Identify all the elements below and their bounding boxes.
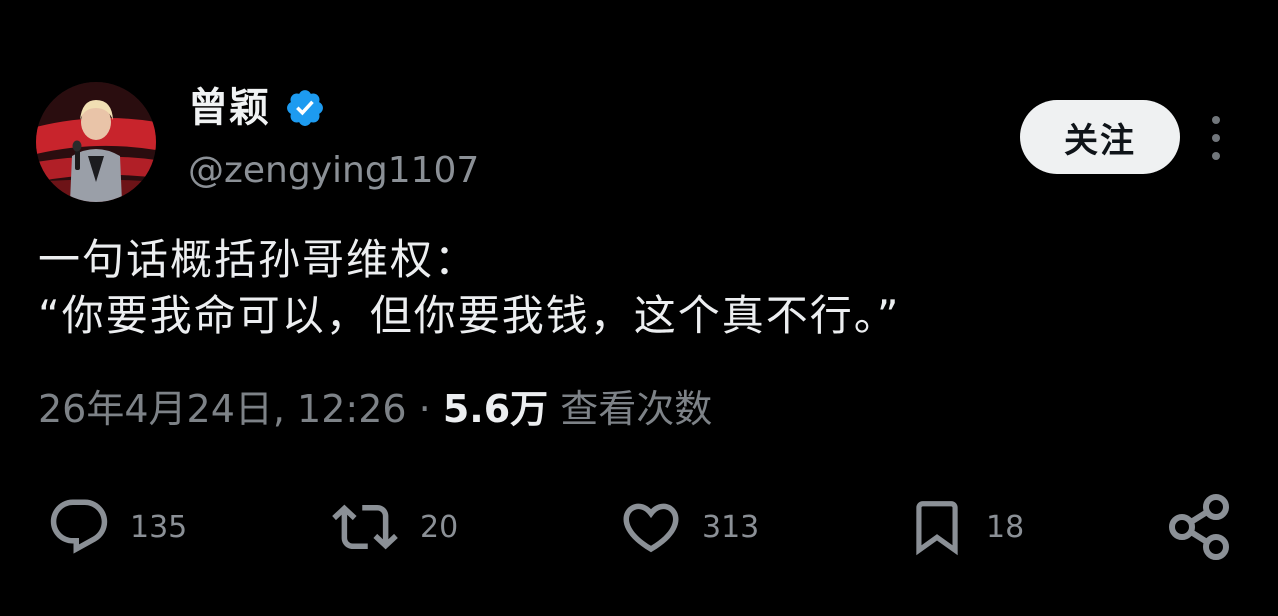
follow-button[interactable]: 关注 [1020,100,1180,174]
reply-count: 135 [130,509,188,545]
retweet-count: 20 [420,509,459,545]
share-icon [1169,494,1229,560]
tweet-text: 一句话概括孙哥维权： “你要我命可以，但你要我钱，这个真不行。” [38,232,901,344]
tweet-line: 一句话概括孙哥维权： [38,235,479,284]
separator: · [418,387,431,431]
views-label: 查看次数 [560,387,713,431]
tweet-line: “你要我命可以，但你要我钱，这个真不行。” [38,291,901,340]
more-vertical-icon[interactable] [1204,112,1228,164]
bookmark-button[interactable]: 18 [906,492,1024,562]
profile-photo [36,82,156,202]
retweet-button[interactable]: 20 [328,492,458,562]
views-count: 5.6万 [442,387,549,431]
heart-icon [623,503,679,553]
bookmark-count: 18 [986,509,1025,545]
tweet-meta: 26年4月24日, 12:26 · 5.6万 查看次数 [38,384,712,434]
retweet-icon [332,504,398,550]
like-count: 313 [702,509,760,545]
bookmark-icon [916,501,958,556]
like-button[interactable]: 313 [618,492,759,562]
avatar[interactable] [36,82,156,202]
reply-button[interactable]: 135 [46,492,187,562]
display-name[interactable]: 曾颖 [188,80,270,136]
user-handle[interactable]: @zengying1107 [188,146,479,196]
reply-icon [50,499,108,554]
share-button[interactable] [1166,492,1236,562]
timestamp[interactable]: 26年4月24日, 12:26 [38,387,407,431]
verified-badge-icon [287,90,323,126]
